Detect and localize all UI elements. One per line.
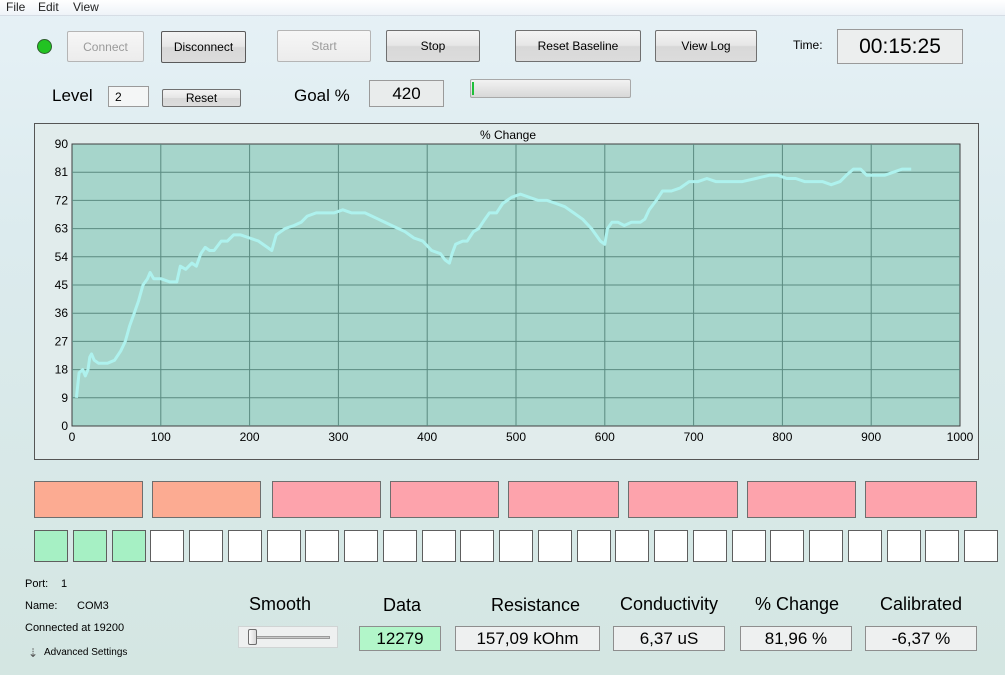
- advanced-settings-link[interactable]: Advanced Settings: [44, 647, 127, 658]
- level-label: Level: [52, 86, 93, 105]
- view-log-button[interactable]: View Log: [655, 30, 757, 62]
- x-tick-label: 1000: [947, 430, 974, 444]
- calibrated-value-display: -6,37 %: [865, 626, 977, 651]
- reset-baseline-button[interactable]: Reset Baseline: [515, 30, 641, 62]
- y-tick-label: 81: [55, 165, 69, 179]
- x-tick-label: 800: [772, 430, 792, 444]
- time-label: Time:: [793, 38, 823, 52]
- y-tick-label: 0: [61, 419, 68, 433]
- elapsed-time-display: 00:15:25: [837, 29, 963, 64]
- y-tick-label: 72: [55, 193, 69, 207]
- step-square: [344, 530, 378, 562]
- y-tick-label: 9: [61, 391, 68, 405]
- x-tick-label: 600: [595, 430, 615, 444]
- step-square: [887, 530, 921, 562]
- port-label: Port:: [25, 578, 49, 590]
- y-tick-label: 90: [55, 137, 69, 151]
- chevron-double-down-icon[interactable]: ⇣: [28, 646, 38, 660]
- start-button[interactable]: Start: [277, 30, 371, 62]
- connection-status-led: [37, 39, 52, 54]
- smooth-label: Smooth: [249, 594, 312, 614]
- conductivity-value-display: 6,37 uS: [613, 626, 725, 651]
- chart-panel: % Change 0 100 200 300 400 500 600 700 800 900 100…: [34, 123, 979, 460]
- chart-title: % Change: [480, 128, 536, 142]
- step-square: [228, 530, 262, 562]
- data-label: Data: [382, 595, 422, 615]
- smooth-slider[interactable]: [238, 626, 338, 648]
- y-tick-label: 36: [55, 306, 69, 320]
- percent-change-value-display: 81,96 %: [740, 626, 852, 651]
- menu-bar: File Edit View: [0, 0, 1005, 16]
- slider-thumb[interactable]: [248, 629, 257, 645]
- x-tick-label: 400: [417, 430, 437, 444]
- x-tick-label: 900: [861, 430, 881, 444]
- reset-level-button[interactable]: Reset: [162, 89, 241, 107]
- step-square: [499, 530, 533, 562]
- step-square: [267, 530, 301, 562]
- step-square: [383, 530, 417, 562]
- y-tick-label: 18: [55, 363, 69, 377]
- y-tick-label: 27: [55, 334, 69, 348]
- step-square: [809, 530, 843, 562]
- connection-status-text: Connected at 19200: [25, 622, 125, 634]
- progress-box: [272, 481, 381, 518]
- step-square: [577, 530, 611, 562]
- x-tick-label: 200: [240, 430, 260, 444]
- step-square: [460, 530, 494, 562]
- progress-box: [152, 481, 261, 518]
- progress-box: [390, 481, 499, 518]
- port-value: 1: [61, 578, 68, 590]
- x-tick-label: 500: [506, 430, 526, 444]
- step-square: [422, 530, 456, 562]
- step-square: [964, 530, 998, 562]
- progress-box: [865, 481, 977, 518]
- slider-track: [252, 636, 330, 639]
- step-square: [112, 530, 146, 562]
- goal-progress-fill: [472, 82, 474, 95]
- x-tick-label: 700: [684, 430, 704, 444]
- goal-value-display: 420: [369, 80, 444, 107]
- resistance-value-display: 157,09 kOhm: [455, 626, 600, 651]
- menu-edit[interactable]: Edit: [38, 0, 59, 15]
- x-tick-label: 300: [328, 430, 348, 444]
- percent-change-label: % Change: [755, 594, 840, 614]
- resistance-label: Resistance: [491, 595, 581, 615]
- step-square: [654, 530, 688, 562]
- step-square: [34, 530, 68, 562]
- level-input[interactable]: 2: [108, 86, 149, 107]
- menu-view[interactable]: View: [73, 0, 99, 15]
- progress-box: [628, 481, 738, 518]
- connect-button[interactable]: Connect: [67, 31, 144, 62]
- data-value-display: 12279: [359, 626, 441, 651]
- step-square: [925, 530, 959, 562]
- step-square: [693, 530, 727, 562]
- name-label: Name:: [25, 600, 58, 612]
- calibrated-label: Calibrated: [880, 594, 963, 614]
- menu-file[interactable]: File: [6, 0, 25, 15]
- x-tick-label: 0: [69, 430, 76, 444]
- step-square: [770, 530, 804, 562]
- disconnect-button[interactable]: Disconnect: [161, 31, 246, 63]
- step-square: [73, 530, 107, 562]
- x-tick-label: 100: [151, 430, 171, 444]
- step-square: [615, 530, 649, 562]
- y-tick-label: 63: [55, 222, 69, 236]
- stop-button[interactable]: Stop: [386, 30, 480, 62]
- conductivity-label: Conductivity: [620, 594, 719, 614]
- step-square: [189, 530, 223, 562]
- goal-label: Goal %: [294, 86, 350, 105]
- percent-change-chart: % Change 0 100 200 300 400 500 600 700 800 900 100…: [55, 128, 974, 444]
- step-square: [538, 530, 572, 562]
- step-square: [150, 530, 184, 562]
- step-square: [732, 530, 766, 562]
- step-square: [305, 530, 339, 562]
- name-value: COM3: [77, 600, 109, 612]
- progress-box: [747, 481, 856, 518]
- progress-box: [508, 481, 619, 518]
- progress-box: [34, 481, 143, 518]
- y-tick-label: 45: [55, 278, 69, 292]
- goal-progress-bar: [470, 79, 631, 98]
- y-tick-label: 54: [55, 250, 69, 264]
- step-square: [848, 530, 882, 562]
